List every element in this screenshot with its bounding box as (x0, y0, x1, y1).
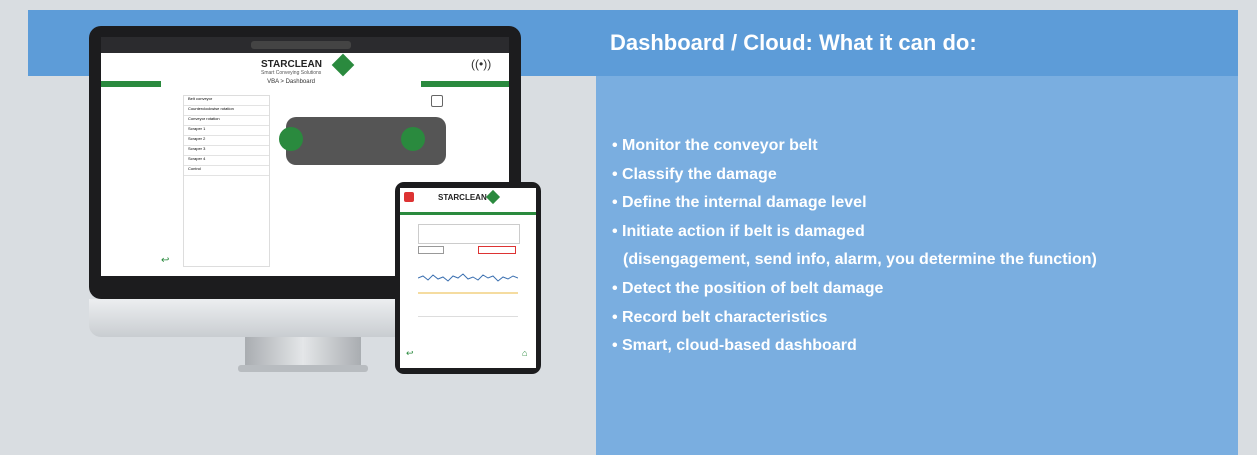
menu-item[interactable]: Scraper 3 (184, 146, 269, 156)
starclean-logo: STARCLEAN Smart Conveying Solutions (261, 59, 322, 76)
characteristics-table (418, 316, 518, 355)
alert-icon (404, 192, 414, 202)
list-item: • Initiate action if belt is damaged (596, 218, 1236, 247)
bullet-icon: • (612, 337, 618, 355)
list-item: • Classify the damage (596, 161, 1236, 190)
bullet-icon: • (612, 279, 618, 297)
feature-list: • Monitor the conveyor belt • Classify the… (596, 132, 1236, 361)
roller-icon (279, 127, 303, 151)
wifi-icon: ((•)) (471, 57, 492, 71)
menu-item[interactable]: Conveyor rotation (184, 116, 269, 126)
damage-table (418, 224, 520, 244)
panel-title: Dashboard / Cloud: What it can do: (610, 30, 977, 55)
menu-item[interactable]: Scraper 1 (184, 126, 269, 136)
list-item: • Record belt characteristics (596, 304, 1236, 333)
menu-item[interactable]: Scraper 4 (184, 156, 269, 166)
monitor-stand (245, 337, 361, 365)
roller-icon (401, 127, 425, 151)
back-arrow-icon[interactable]: ↩ (161, 255, 169, 266)
panel-header: Dashboard / Cloud: What it can do: (596, 10, 1238, 76)
url-bar (251, 41, 351, 49)
damage-chart (418, 273, 518, 294)
nav-bar (400, 212, 536, 215)
home-icon[interactable]: ⌂ (522, 348, 527, 358)
list-item: • Define the internal damage level (596, 189, 1236, 218)
menu-item[interactable]: Control (184, 166, 269, 176)
list-item-continuation: (disengagement, send info, alarm, you de… (623, 251, 1097, 269)
bullet-icon: • (612, 165, 618, 183)
menu-item[interactable]: Scraper 2 (184, 136, 269, 146)
breadcrumb: VBA > Dashboard (161, 79, 421, 89)
menu-item[interactable]: Belt conveyor (184, 96, 269, 106)
info-panel: Dashboard / Cloud: What it can do: • Moni… (596, 10, 1238, 455)
table-button[interactable] (418, 246, 444, 254)
bullet-icon: • (612, 222, 618, 240)
scraper-menu: Belt conveyor Counterclockwise rotation … (183, 95, 270, 267)
bullet-icon: • (612, 194, 618, 212)
monitor-foot (238, 365, 368, 372)
list-item: • Smart, cloud-based dashboard (596, 332, 1236, 361)
back-arrow-icon[interactable]: ↩ (406, 348, 414, 359)
logo-diamond-icon (485, 189, 501, 205)
menu-item[interactable]: Counterclockwise rotation (184, 106, 269, 116)
browser-bar (101, 37, 509, 53)
damage-button[interactable] (478, 246, 516, 254)
bullet-icon: • (612, 308, 618, 326)
bullet-icon: • (612, 137, 618, 154)
settings-icon[interactable] (431, 95, 443, 107)
list-item: • Monitor the conveyor belt (596, 132, 1236, 161)
list-item: • Detect the position of belt damage (596, 275, 1236, 304)
tablet-screen: STARCLEAN ↩ ⌂ (400, 188, 536, 368)
starclean-logo: STARCLEAN (438, 193, 487, 202)
